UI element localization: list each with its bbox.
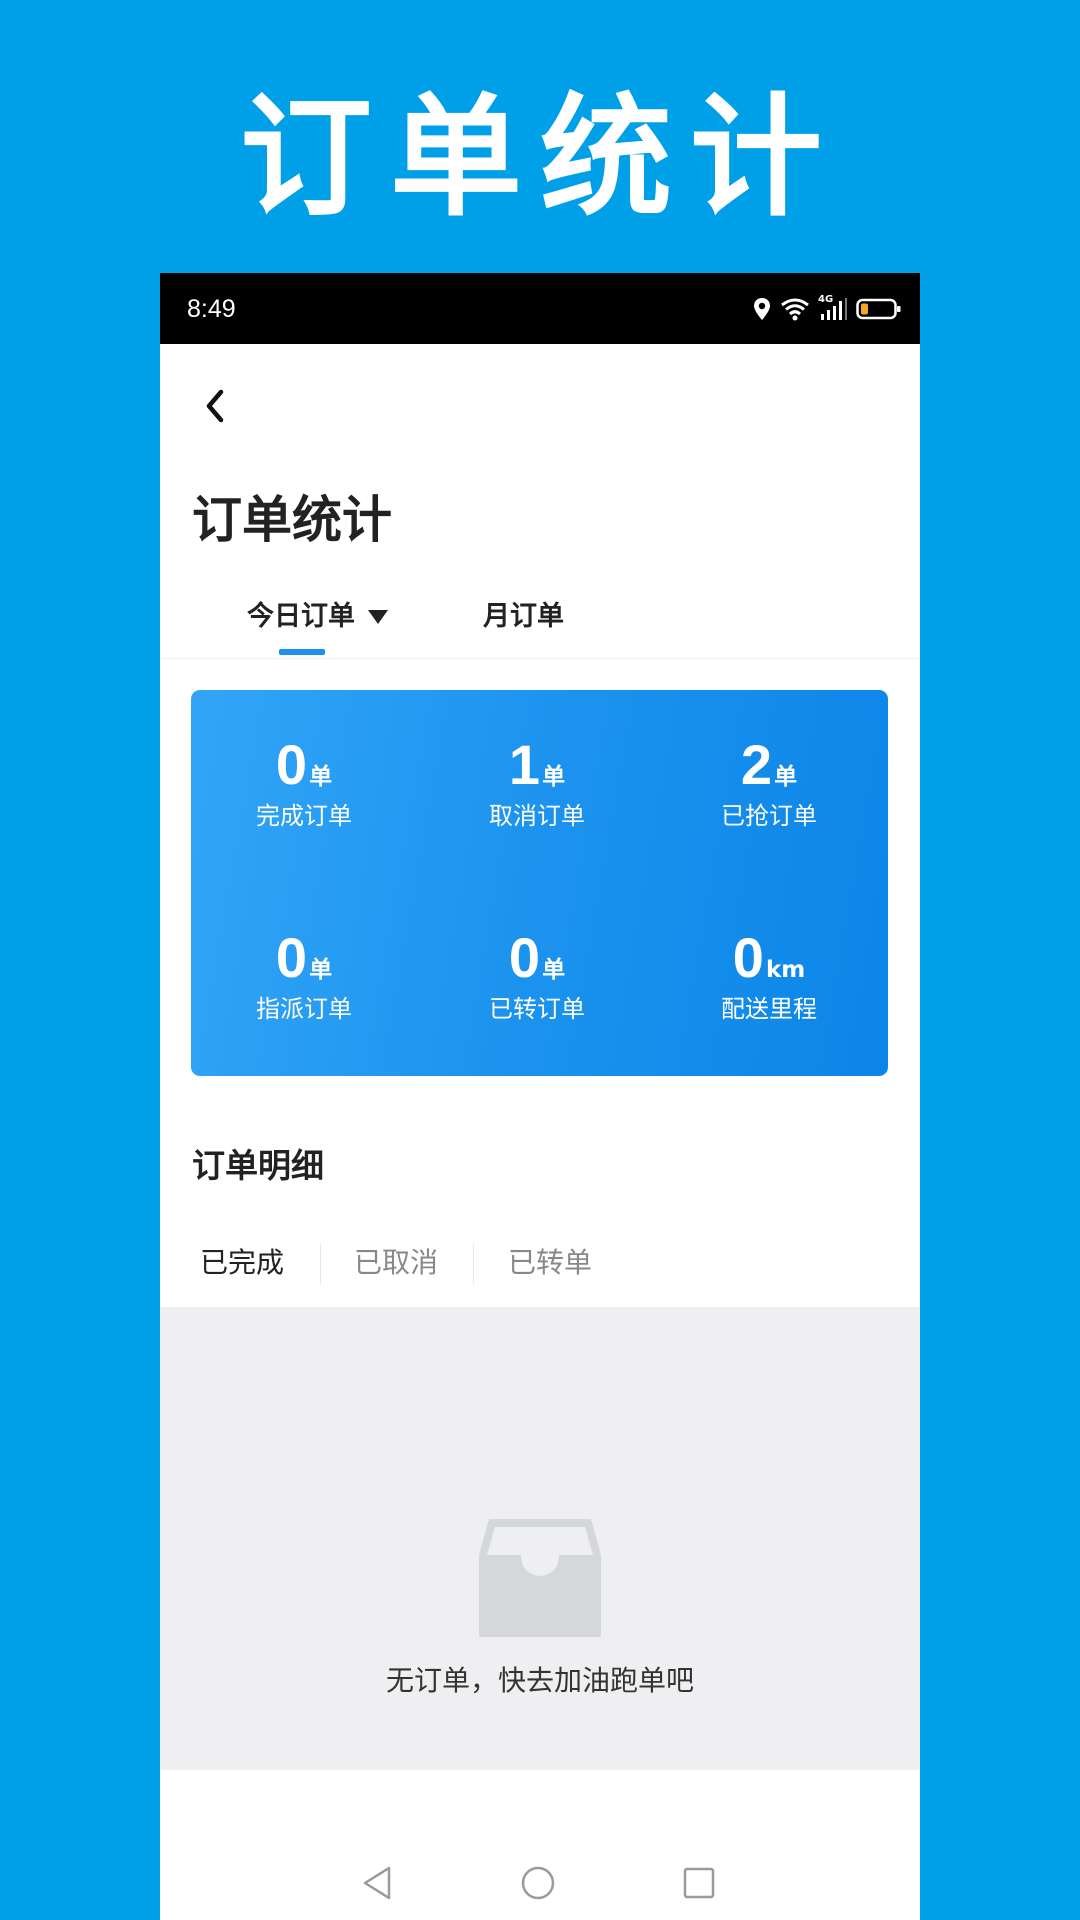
stat-grabbed-value: 2 (740, 733, 773, 796)
stat-distance-label: 配送里程 (721, 995, 817, 1023)
tab-month-label: 月订单 (483, 601, 564, 632)
stat-transferred: 0单 已转订单 (437, 927, 637, 1027)
square-recent-icon (683, 1867, 715, 1899)
system-nav-bar (160, 1853, 920, 1913)
stat-distance: 0km 配送里程 (669, 927, 869, 1027)
location-icon (754, 298, 770, 320)
tab-today-orders[interactable]: 今日订单 (247, 579, 389, 655)
page-title: 订单统计 (192, 491, 392, 549)
status-icons: 4G (752, 293, 902, 325)
detail-filter-bar: 已完成 已取消 已转单 (160, 1238, 920, 1288)
tab-active-indicator (279, 649, 325, 655)
stat-assigned: 0单 指派订单 (204, 927, 404, 1027)
filter-cancelled[interactable]: 已取消 (354, 1238, 438, 1288)
banner-title: 订单统计 (240, 80, 840, 235)
stat-assigned-value: 0 (275, 926, 308, 989)
empty-message: 无订单，快去加油跑单吧 (385, 1664, 694, 1697)
stat-cancelled: 1单 取消订单 (437, 734, 637, 834)
empty-state: 无订单，快去加油跑单吧 (160, 1307, 920, 1770)
stat-distance-unit: km (765, 957, 806, 983)
stat-completed: 0单 完成订单 (204, 734, 404, 834)
stat-distance-value: 0 (732, 926, 764, 989)
order-detail-title: 订单明细 (192, 1146, 324, 1185)
stat-grabbed-unit: 单 (774, 764, 798, 790)
status-time: 8:49 (187, 295, 236, 323)
back-button[interactable] (190, 381, 240, 431)
stat-assigned-unit: 单 (309, 957, 333, 983)
filter-divider (320, 1244, 321, 1284)
circle-home-icon (521, 1866, 555, 1900)
triangle-back-icon (363, 1866, 391, 1900)
status-bar: 8:49 4G (160, 273, 920, 344)
battery-icon (856, 298, 901, 320)
signal-group: 4G (818, 294, 848, 322)
nav-recent-button[interactable] (669, 1853, 729, 1913)
stat-completed-unit: 单 (309, 764, 333, 790)
stats-card: 0单 完成订单 1单 取消订单 2单 已抢订单 0单 指派订单 0单 已转订单 … (191, 690, 888, 1076)
stat-transferred-unit: 单 (542, 957, 566, 983)
stat-cancelled-label: 取消订单 (489, 802, 585, 830)
tab-today-label: 今日订单 (247, 601, 355, 632)
stat-grabbed-label: 已抢订单 (721, 802, 817, 830)
tab-month-orders[interactable]: 月订单 (483, 579, 564, 655)
stat-transferred-label: 已转订单 (489, 995, 585, 1023)
nav-back-button[interactable] (347, 1853, 407, 1913)
triangle-down-icon (368, 610, 388, 624)
stat-completed-value: 0 (275, 733, 308, 796)
phone-screen: 8:49 4G 订单统计 今日订单 月订单 0单 完成订单 1单 取消订单 2单… (160, 273, 920, 1920)
nav-home-button[interactable] (508, 1853, 568, 1913)
filter-transferred[interactable]: 已转单 (508, 1238, 592, 1288)
wifi-icon (781, 298, 809, 321)
signal-icon (821, 298, 847, 320)
stat-grabbed: 2单 已抢订单 (669, 734, 869, 834)
stat-cancelled-unit: 单 (542, 764, 566, 790)
filter-completed[interactable]: 已完成 (200, 1238, 284, 1288)
stat-assigned-label: 指派订单 (256, 995, 352, 1023)
stat-cancelled-value: 1 (508, 733, 541, 796)
chevron-left-icon (206, 389, 224, 423)
tab-bar: 今日订单 月订单 (160, 583, 920, 659)
empty-inbox-icon (479, 1519, 601, 1637)
filter-divider (473, 1244, 474, 1284)
stat-transferred-value: 0 (508, 926, 541, 989)
stat-completed-label: 完成订单 (256, 802, 352, 830)
